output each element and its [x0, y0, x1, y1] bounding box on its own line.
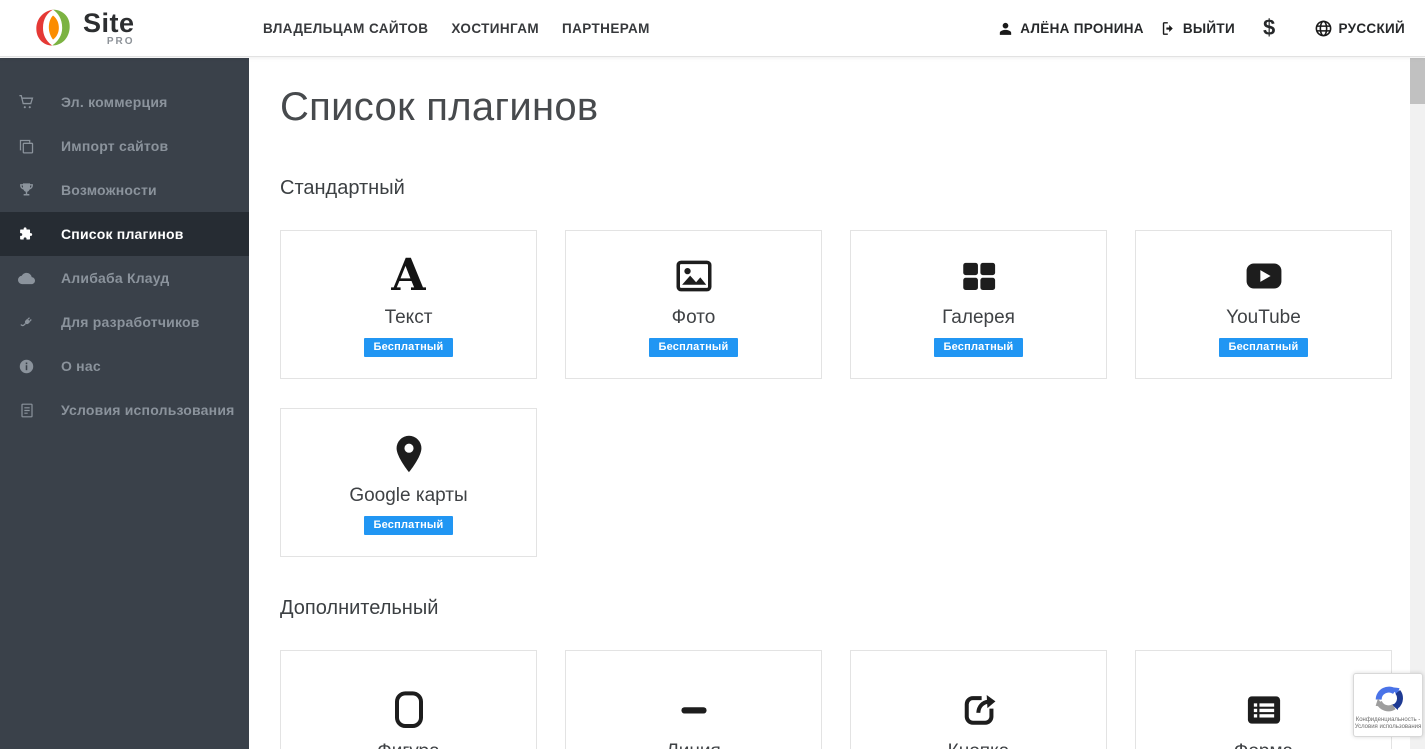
puzzle-icon [18, 226, 35, 243]
cart-icon [18, 94, 35, 111]
nav-hostings[interactable]: ХОСТИНГАМ [451, 21, 539, 36]
language-selector[interactable]: РУССКИЙ [1314, 19, 1405, 38]
info-icon [18, 358, 35, 375]
section-heading-standard: Стандартный [280, 177, 405, 199]
map-marker-icon [388, 430, 430, 478]
sidebar-item-label: Для разработчиков [61, 314, 200, 330]
shape-icon [389, 686, 429, 734]
plugin-card-line[interactable]: Линия [565, 650, 822, 749]
scrollbar-track [1410, 58, 1425, 749]
plugin-label: Фигура [377, 741, 439, 749]
recaptcha-privacy-text: Конфиденциальность - Условия использован… [1354, 716, 1422, 730]
header-nav: ВЛАДЕЛЬЦАМ САЙТОВ ХОСТИНГАМ ПАРТНЕРАМ [263, 21, 650, 36]
plugin-label: YouTube [1226, 307, 1301, 328]
photo-icon [673, 252, 715, 300]
header-right: АЛЁНА ПРОНИНА ВЫЙТИ $ РУССКИЙ [997, 15, 1425, 41]
line-icon [673, 686, 715, 734]
gallery-icon [958, 252, 1000, 300]
language-label: РУССКИЙ [1338, 20, 1405, 36]
nav-site-owners[interactable]: ВЛАДЕЛЬЦАМ САЙТОВ [263, 21, 428, 36]
sidebar-item-label: Алибаба Клауд [61, 270, 170, 286]
text-icon: A [391, 250, 426, 301]
user-name: АЛЁНА ПРОНИНА [1020, 20, 1144, 36]
free-badge: Бесплатный [1218, 338, 1309, 357]
sidebar-menu: Эл. коммерция Импорт сайтов Возможности [0, 80, 249, 432]
sidebar-item-label: Эл. коммерция [61, 94, 168, 110]
sidebar-item-developers[interactable]: Для разработчиков [0, 300, 249, 344]
scrollbar-thumb[interactable] [1410, 58, 1425, 104]
logout-button[interactable]: ВЫЙТИ [1160, 20, 1235, 37]
sidebar-item-import-sites[interactable]: Импорт сайтов [0, 124, 249, 168]
plugin-label: Линия [666, 741, 720, 749]
nav-partners[interactable]: ПАРТНЕРАМ [562, 21, 650, 36]
sidebar-item-label: Возможности [61, 182, 157, 198]
free-badge: Бесплатный [363, 338, 454, 357]
page-title: Список плагинов [280, 85, 599, 129]
sidebar-item-features[interactable]: Возможности [0, 168, 249, 212]
plugin-card-google-maps[interactable]: Google карты Бесплатный [280, 408, 537, 557]
additional-plugins-grid: Фигура Линия Кнопка [280, 650, 1410, 749]
plugin-card-gallery[interactable]: Галерея Бесплатный [850, 230, 1107, 379]
standard-plugins-grid: A Текст Бесплатный Фото Бесплатный Галер… [280, 230, 1410, 557]
top-header: Site PRO ВЛАДЕЛЬЦАМ САЙТОВ ХОСТИНГАМ ПАР… [0, 0, 1425, 57]
plugin-label: Форма [1234, 741, 1293, 749]
plugin-card-button[interactable]: Кнопка [850, 650, 1107, 749]
recaptcha-badge[interactable]: Конфиденциальность - Условия использован… [1353, 673, 1423, 737]
globe-icon [1315, 20, 1331, 36]
sidebar-item-alibaba-cloud[interactable]: Алибаба Клауд [0, 256, 249, 300]
logout-label: ВЫЙТИ [1182, 20, 1235, 36]
user-icon [1000, 22, 1012, 35]
copy-icon [18, 138, 35, 155]
logo-brand-text: Site [83, 7, 135, 38]
sidebar-item-label: Условия использования [61, 402, 235, 418]
sidebar-item-plugin-list[interactable]: Список плагинов [0, 212, 249, 256]
plugin-label: Галерея [942, 307, 1015, 328]
plugin-card-photo[interactable]: Фото Бесплатный [565, 230, 822, 379]
cloud-icon [18, 270, 35, 287]
sidebar-item-label: Импорт сайтов [61, 138, 169, 154]
sidebar-item-label: О нас [61, 358, 101, 374]
plugin-card-shape[interactable]: Фигура [280, 650, 537, 749]
free-badge: Бесплатный [933, 338, 1024, 357]
section-heading-additional: Дополнительный [280, 597, 439, 619]
sidebar-item-about[interactable]: О нас [0, 344, 249, 388]
plugin-card-text[interactable]: A Текст Бесплатный [280, 230, 537, 379]
sidebar-item-ecommerce[interactable]: Эл. коммерция [0, 80, 249, 124]
plugin-label: Текст [384, 307, 433, 328]
plugin-label: Кнопка [948, 741, 1010, 749]
free-badge: Бесплатный [363, 516, 454, 535]
dollar-icon: $ [1262, 15, 1276, 40]
site-pro-logo[interactable]: Site PRO [0, 7, 249, 49]
plugin-label: Google карты [349, 485, 468, 506]
file-text-icon [18, 402, 35, 419]
logo-swirl-icon [36, 9, 70, 46]
currency-button[interactable]: $ [1263, 15, 1276, 41]
free-badge: Бесплатный [648, 338, 739, 357]
main-content: Список плагинов Стандартный A Текст Бесп… [249, 58, 1410, 749]
user-menu[interactable]: АЛЁНА ПРОНИНА [997, 20, 1144, 37]
plugin-label: Фото [671, 307, 716, 328]
sidebar-item-label: Список плагинов [61, 226, 184, 242]
sidebar: Эл. коммерция Импорт сайтов Возможности [0, 58, 249, 749]
youtube-icon [1242, 252, 1286, 300]
trophy-icon [18, 182, 35, 199]
plug-icon [18, 314, 35, 331]
sidebar-item-terms[interactable]: Условия использования [0, 388, 249, 432]
sign-out-icon [1162, 21, 1173, 35]
button-icon [958, 686, 1000, 734]
form-icon [1243, 686, 1285, 734]
logo-sub-text: PRO [106, 35, 135, 47]
recaptcha-icon [1375, 686, 1403, 711]
plugin-card-youtube[interactable]: YouTube Бесплатный [1135, 230, 1392, 379]
